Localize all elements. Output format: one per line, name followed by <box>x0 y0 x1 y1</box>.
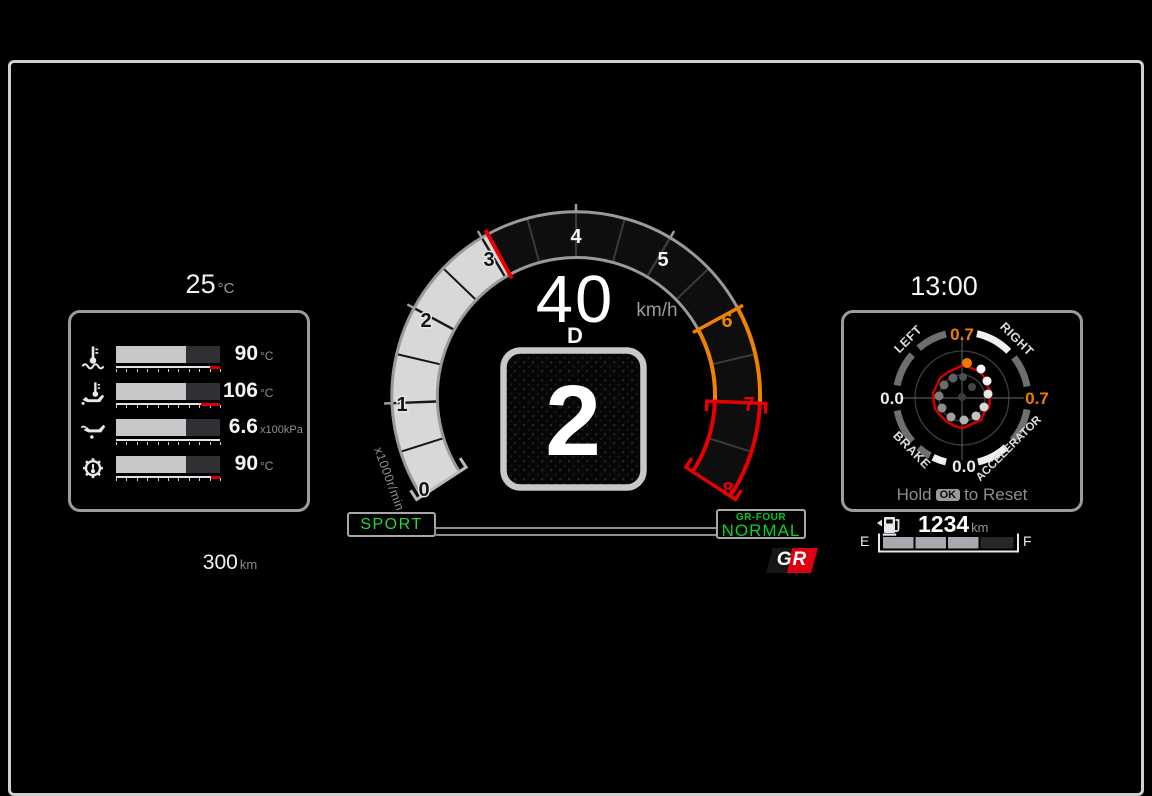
g-label-accelerator: ACCELERATOR <box>974 413 1045 484</box>
vehicle-vitals-panel: 90 °C 106 °C 6.6 x100kPa 90 °C <box>68 310 310 512</box>
oil-pressure-icon <box>79 416 109 444</box>
transmission-temp-unit: °C <box>260 459 273 473</box>
fuel-gauge <box>874 529 1024 555</box>
tachometer: 0 1 2 3 4 5 6 7 8 x1000r/min 40 km/h D 2 <box>340 190 820 550</box>
clock: 13:00 <box>884 271 1004 302</box>
tach-label-3: 3 <box>483 249 494 271</box>
transmission-temp-value: 90 <box>235 452 258 476</box>
gr-logo: GR <box>766 548 818 573</box>
mode-bar-strip <box>434 527 718 536</box>
oil-temp-value: 106 <box>223 379 258 403</box>
cruising-range-value: 300 <box>203 551 238 574</box>
tach-label-8: 8 <box>722 479 733 501</box>
awd-mode-label: NORMAL <box>718 523 804 539</box>
g-top-value: 0.7 <box>950 325 974 344</box>
g-reset-hint: HoldOKto Reset <box>844 485 1080 505</box>
fuel-segment <box>883 537 914 549</box>
coolant-temp-unit: °C <box>260 349 273 363</box>
g-right-value: 0.7 <box>1025 389 1049 408</box>
outside-temperature-value: 25 <box>186 269 216 299</box>
oil-pressure-value: 6.6 <box>229 415 258 439</box>
g-label-right: RIGHT <box>997 320 1036 359</box>
drive-mode-badge: SPORT <box>347 512 436 537</box>
oil-temp-icon <box>79 380 109 408</box>
fuel-empty-label: E <box>860 533 869 549</box>
oil-temp-unit: °C <box>260 386 273 400</box>
coolant-temp-icon <box>79 343 109 371</box>
tach-label-4: 4 <box>570 226 582 248</box>
fuel-segment <box>948 537 979 549</box>
g-label-left: LEFT <box>891 322 924 355</box>
cruising-range-unit: km <box>240 557 257 572</box>
oil-pressure-bar <box>116 419 220 436</box>
shift-position: D <box>567 323 583 348</box>
vitals-row-oil-pressure: 6.6 x100kPa <box>71 419 307 451</box>
transmission-temp-icon <box>79 453 109 481</box>
cruising-range: 300km <box>170 551 290 575</box>
filler-side-arrow <box>877 520 882 527</box>
drive-mode-label: SPORT <box>360 516 422 533</box>
tach-label-6: 6 <box>721 310 732 332</box>
tach-label-7: 7 <box>743 394 754 416</box>
g-force-meter: 0.7 0.7 0.0 0.0 LEFT RIGHT BRAKE ACCELER… <box>835 300 1089 515</box>
g-left-value: 0.0 <box>880 389 904 408</box>
tach-label-1: 1 <box>396 394 407 416</box>
outside-temperature: 25°C <box>140 269 280 300</box>
fuel-full-label: F <box>1023 533 1032 549</box>
oil-temp-bar <box>116 383 220 400</box>
gear-number: 2 <box>545 365 601 477</box>
vitals-row-transmission-temp: 90 °C <box>71 456 307 488</box>
fuel-segment <box>916 537 947 549</box>
speed-unit: km/h <box>636 300 677 321</box>
coolant-temp-value: 90 <box>235 342 258 366</box>
oil-pressure-unit: x100kPa <box>260 424 303 436</box>
vitals-row-coolant: 90 °C <box>71 346 307 378</box>
awd-mode-badge: GR-FOUR NORMAL <box>716 509 806 539</box>
tach-label-5: 5 <box>657 249 668 271</box>
tach-label-0: 0 <box>418 479 429 501</box>
g-bottom-value: 0.0 <box>952 457 976 476</box>
outside-temperature-unit: °C <box>218 280 235 297</box>
instrument-cluster: { "cluster": { "outside_temp": {"value":… <box>0 0 1152 768</box>
tach-label-2: 2 <box>420 310 431 332</box>
coolant-temp-bar <box>116 346 220 363</box>
ok-button-glyph: OK <box>936 489 961 501</box>
fuel-segment <box>981 537 1014 549</box>
vitals-row-oil-temp: 106 °C <box>71 383 307 415</box>
transmission-temp-bar <box>116 456 220 473</box>
